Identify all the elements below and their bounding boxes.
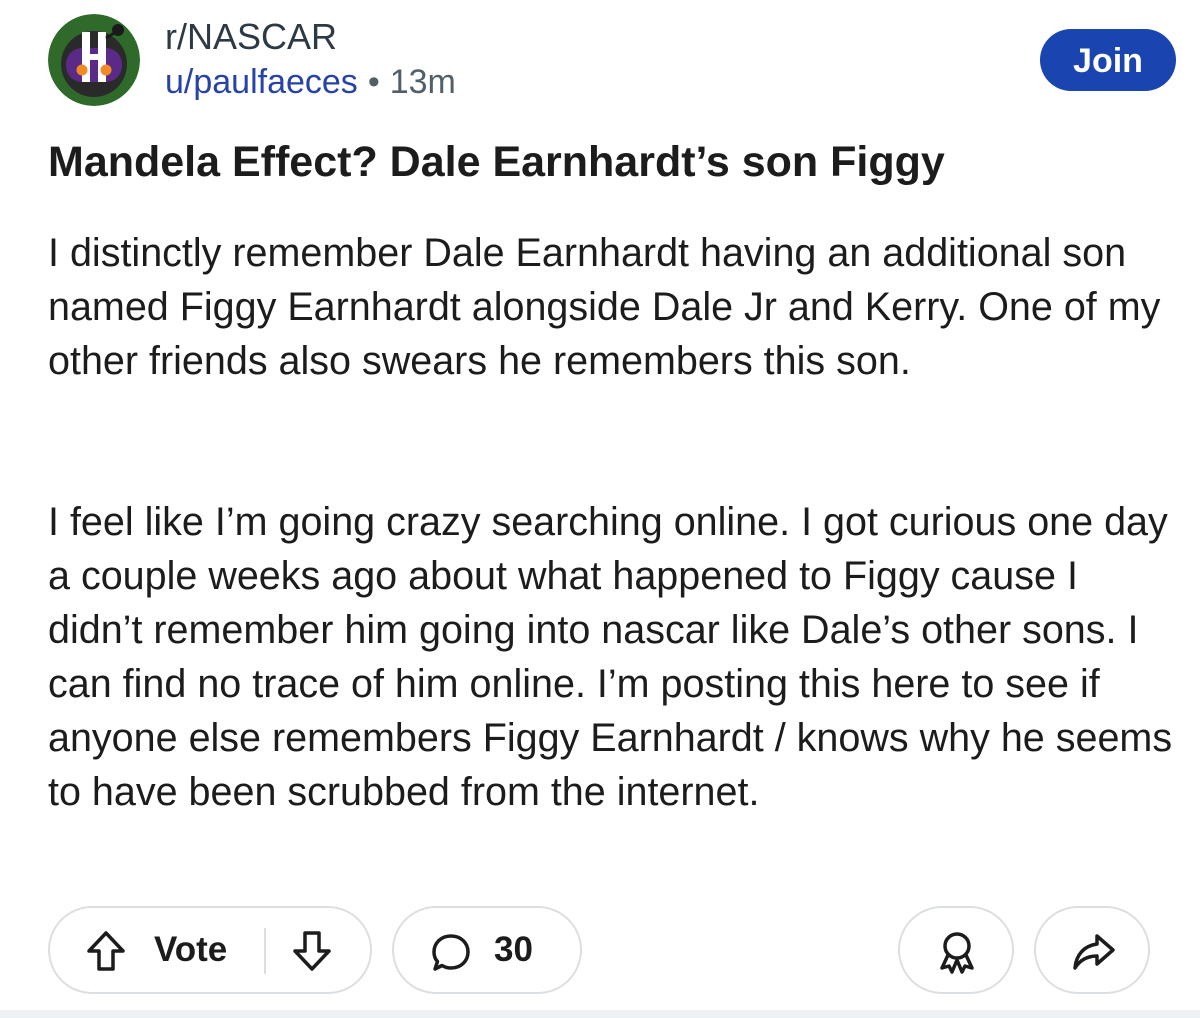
share-button[interactable] [1034, 906, 1150, 994]
award-button[interactable] [898, 906, 1014, 994]
author-link[interactable]: u/paulfaeces [165, 63, 358, 101]
feed-divider [0, 1010, 1200, 1018]
nascar-snoo-avatar-icon [48, 14, 140, 106]
post-byline: u/paulfaeces • 13m [165, 63, 456, 101]
comments-button[interactable]: 30 [392, 906, 582, 994]
byline-separator: • [367, 63, 380, 101]
post-time: 13m [389, 63, 456, 101]
vote-divider [264, 928, 266, 974]
join-button[interactable]: Join [1040, 29, 1176, 91]
comment-count: 30 [494, 930, 533, 969]
vote-control: Vote [48, 906, 372, 994]
post-body-paragraph: I feel like I’m going crazy searching on… [48, 500, 1173, 814]
award-icon [940, 932, 974, 974]
speech-bubble-icon [432, 934, 470, 971]
share-arrow-icon [1073, 934, 1115, 970]
arrow-up-icon[interactable] [86, 930, 126, 972]
arrow-down-icon[interactable] [292, 930, 332, 972]
subreddit-avatar[interactable] [48, 14, 140, 106]
subreddit-name[interactable]: r/NASCAR [165, 17, 337, 57]
vote-label: Vote [154, 930, 228, 969]
post-title: Mandela Effect? Dale Earnhardt’s son Fig… [48, 138, 945, 186]
post-body-paragraph: I distinctly remember Dale Earnhardt hav… [48, 231, 1161, 383]
